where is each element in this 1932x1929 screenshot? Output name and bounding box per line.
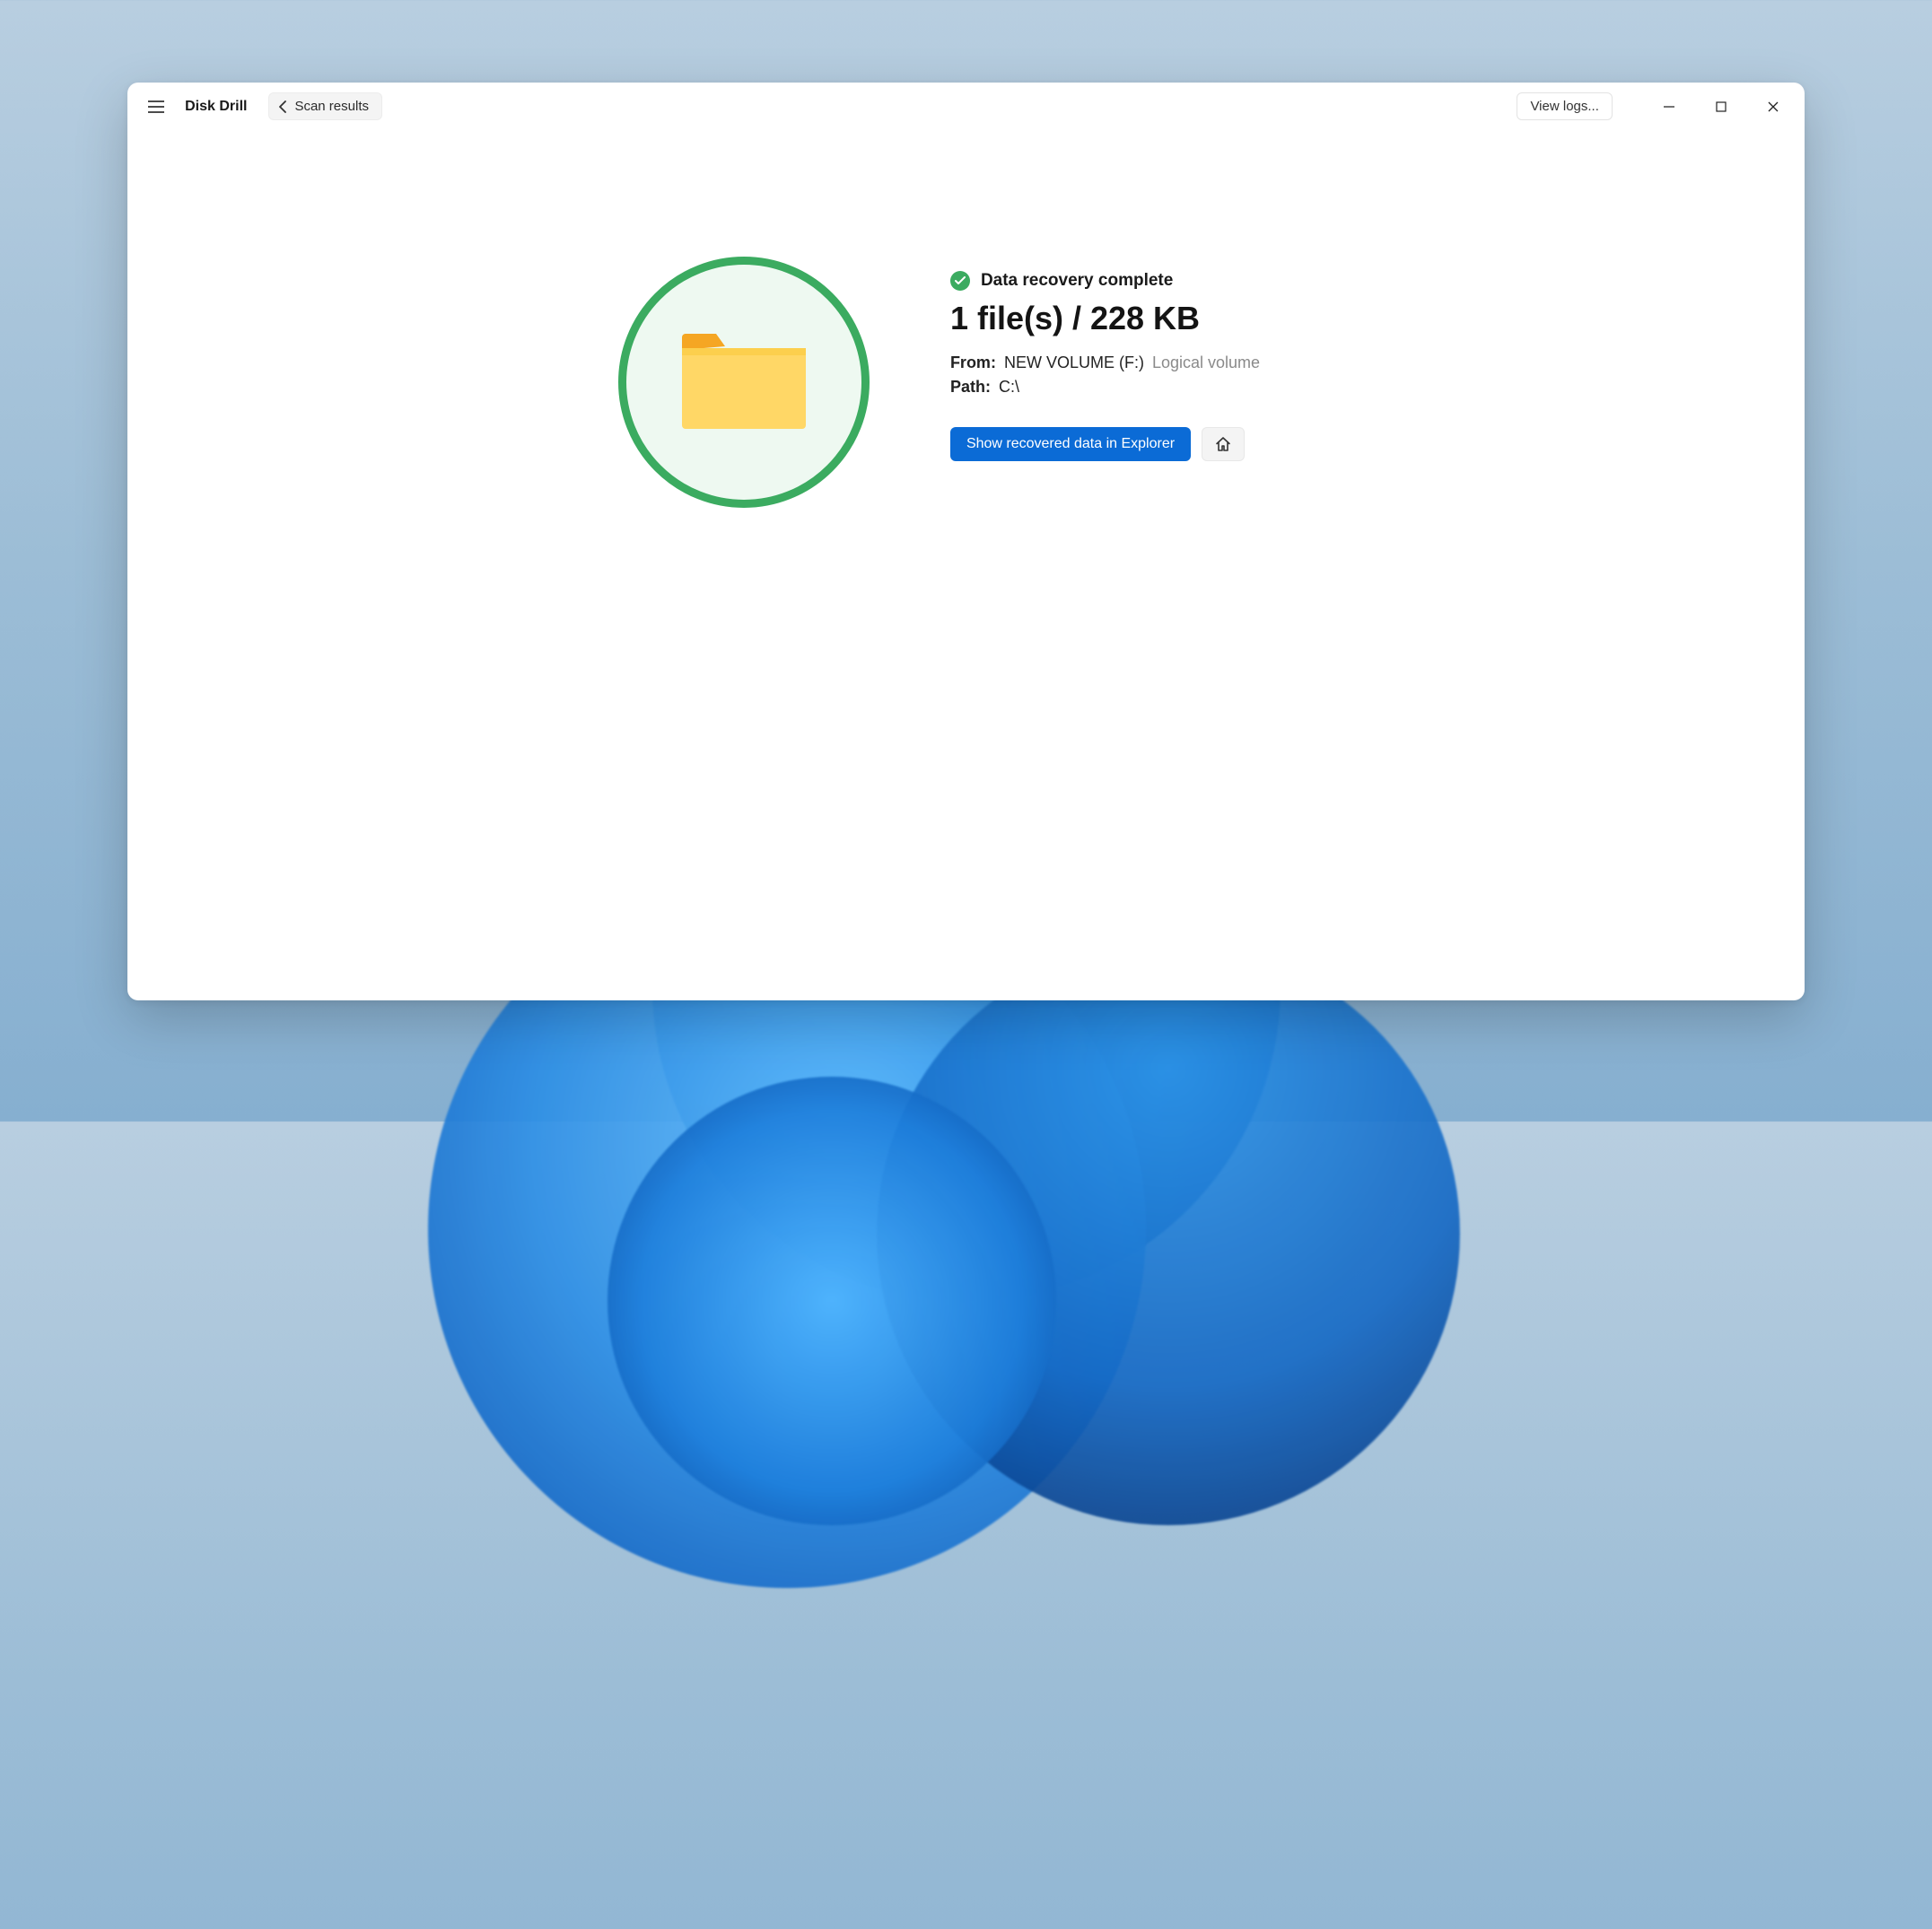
show-in-explorer-button[interactable]: Show recovered data in Explorer bbox=[950, 427, 1191, 461]
path-row: Path: C:\ bbox=[950, 378, 1260, 397]
menu-button[interactable] bbox=[144, 94, 169, 119]
close-icon bbox=[1768, 101, 1779, 112]
minimize-button[interactable] bbox=[1643, 83, 1695, 131]
hamburger-icon bbox=[148, 100, 164, 113]
home-button[interactable] bbox=[1202, 427, 1245, 461]
from-row: From: NEW VOLUME (F:) Logical volume bbox=[950, 354, 1260, 372]
from-label: From: bbox=[950, 354, 996, 371]
status-text: Data recovery complete bbox=[981, 271, 1173, 291]
from-detail: Logical volume bbox=[1152, 354, 1260, 371]
result-headline: 1 file(s) / 228 KB bbox=[950, 300, 1260, 337]
back-button-label: Scan results bbox=[294, 99, 369, 114]
app-title: Disk Drill bbox=[185, 99, 247, 115]
app-window: Disk Drill Scan results View logs... bbox=[127, 83, 1805, 1001]
back-button[interactable]: Scan results bbox=[268, 92, 382, 120]
success-check-icon bbox=[950, 271, 970, 291]
minimize-icon bbox=[1664, 101, 1674, 112]
action-row: Show recovered data in Explorer bbox=[950, 427, 1260, 461]
view-logs-button[interactable]: View logs... bbox=[1517, 92, 1612, 120]
path-value: C:\ bbox=[999, 378, 1019, 396]
home-icon bbox=[1214, 435, 1232, 453]
path-label: Path: bbox=[950, 378, 991, 396]
chevron-left-icon bbox=[278, 100, 287, 113]
maximize-button[interactable] bbox=[1695, 83, 1747, 131]
success-folder-badge bbox=[618, 257, 870, 508]
maximize-icon bbox=[1716, 101, 1727, 112]
main-content: Data recovery complete 1 file(s) / 228 K… bbox=[127, 131, 1805, 1001]
window-controls bbox=[1643, 83, 1799, 131]
from-value: NEW VOLUME (F:) bbox=[1004, 354, 1144, 371]
result-info: Data recovery complete 1 file(s) / 228 K… bbox=[950, 257, 1260, 461]
titlebar: Disk Drill Scan results View logs... bbox=[127, 83, 1805, 131]
folder-icon bbox=[677, 328, 811, 436]
status-line: Data recovery complete bbox=[950, 271, 1260, 291]
close-button[interactable] bbox=[1747, 83, 1799, 131]
